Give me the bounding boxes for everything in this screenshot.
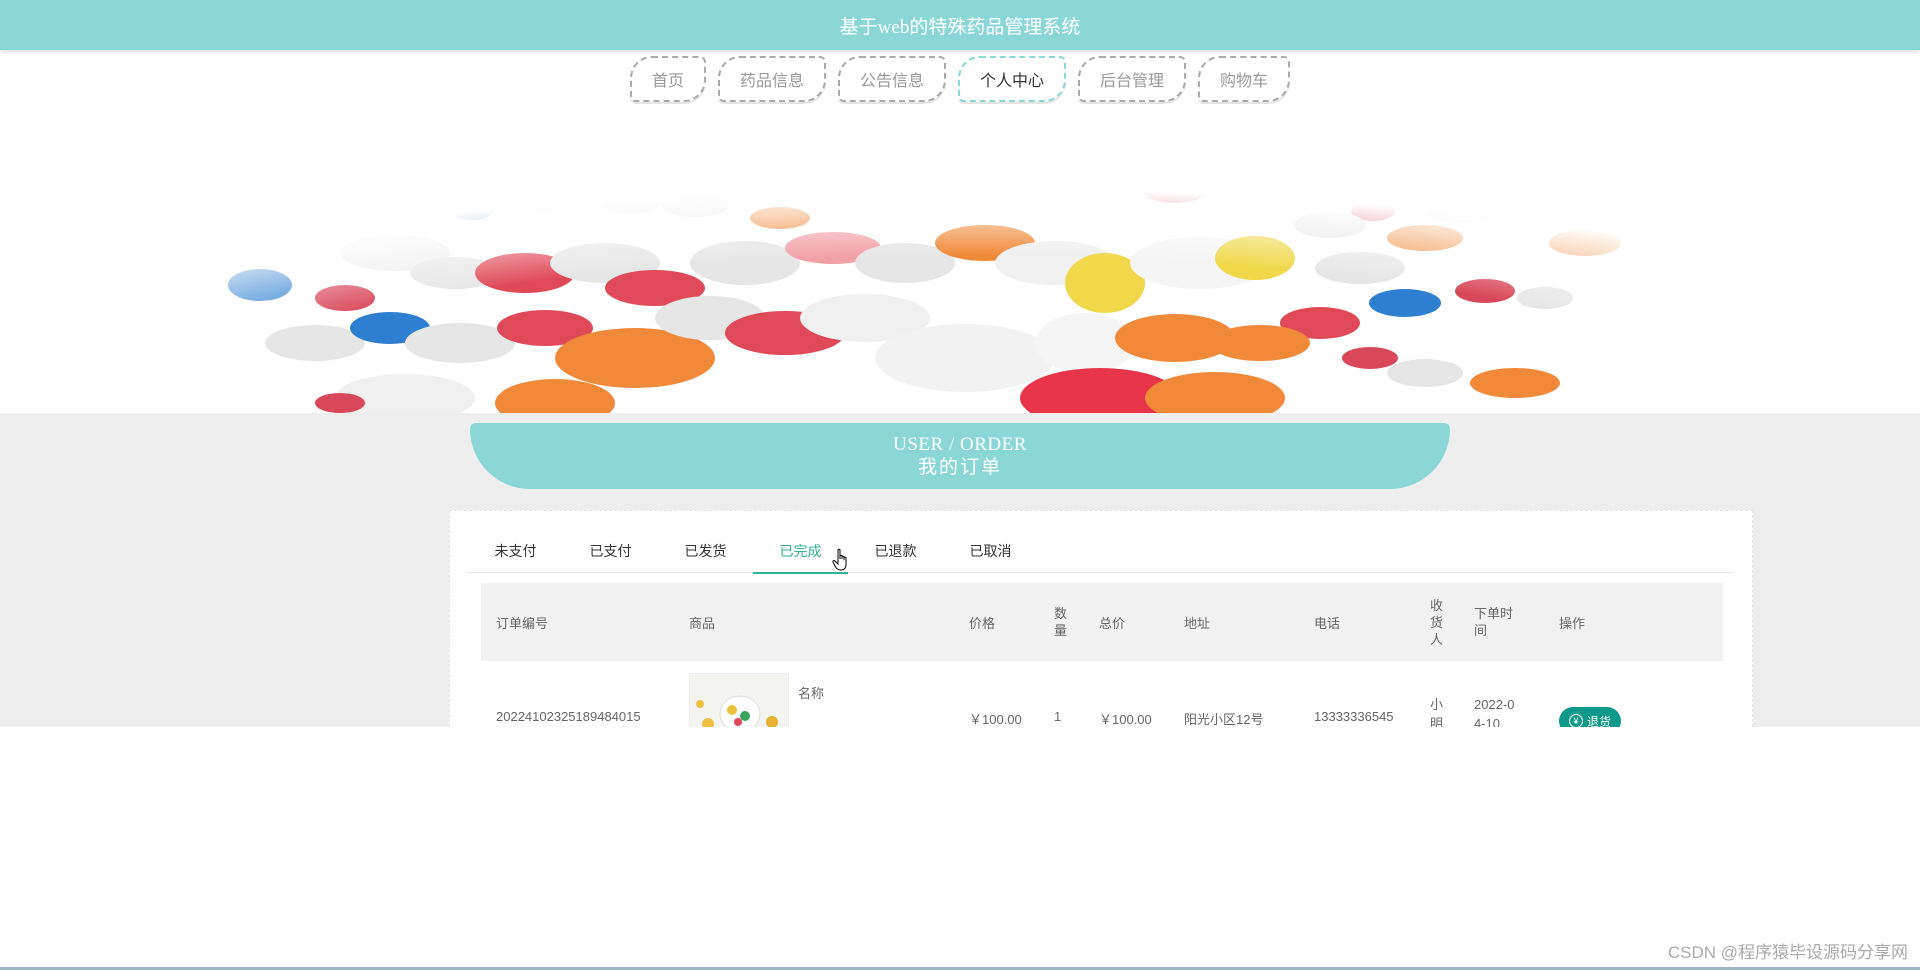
- action-cell: ¥ 退货: [1544, 661, 1644, 727]
- order-time: 2022-04-10: [1459, 661, 1544, 727]
- th-order-no: 订单编号: [496, 615, 549, 631]
- order-no: 20224102325189484015: [496, 709, 641, 724]
- th-qty: 数量: [1039, 605, 1084, 639]
- th-receiver: 收货人: [1415, 597, 1459, 648]
- order-status-tabs: 未支付 已支付 已发货 已完成 已退款 已取消: [468, 529, 1732, 574]
- order-time-text: 2022-04-10: [1474, 697, 1515, 727]
- th-address: 地址: [1184, 615, 1211, 631]
- pills-illustration: [225, 113, 1695, 413]
- tab-unpaid[interactable]: 未支付: [468, 529, 563, 573]
- address: 阳光小区12号: [1184, 712, 1264, 727]
- th-action: 操作: [1559, 615, 1586, 631]
- nav-item-admin[interactable]: 后台管理: [1078, 56, 1187, 102]
- main-nav: 首页 药品信息 公告信息 个人中心 后台管理 购物车: [0, 56, 1920, 102]
- tab-cancelled[interactable]: 已取消: [943, 529, 1038, 573]
- goods-image-icon: [690, 674, 788, 727]
- watermark: CSDN @程序猿毕设源码分享网: [1667, 943, 1908, 962]
- total: ￥100.00: [1099, 712, 1152, 727]
- table-header: 订单编号 商品 价格 数量 总价 地址 电话 收货人 下单时间 操作: [481, 583, 1723, 661]
- table-row: 20224102325189484015 名称 ￥100.00 1 ￥100.0…: [481, 661, 1723, 727]
- th-qty-label: 数量: [1054, 606, 1068, 638]
- qty: 1: [1054, 709, 1062, 724]
- nav-item-notice[interactable]: 公告信息: [837, 56, 946, 102]
- th-goods: 商品: [689, 615, 716, 631]
- goods-name: 名称: [798, 686, 825, 701]
- top-header: 基于web的特殊药品管理系统: [0, 0, 1920, 50]
- section-title-en: USER / ORDER: [893, 434, 1027, 455]
- order-table: 订单编号 商品 价格 数量 总价 地址 电话 收货人 下单时间 操作 20224…: [481, 583, 1723, 727]
- goods-thumbnail[interactable]: [689, 673, 789, 727]
- refund-button[interactable]: ¥ 退货: [1559, 707, 1622, 728]
- th-receiver-label: 收货人: [1430, 597, 1444, 647]
- phone: 13333336545: [1314, 709, 1394, 724]
- th-price: 价格: [969, 615, 996, 631]
- nav-item-user-center[interactable]: 个人中心: [958, 56, 1067, 102]
- th-time: 下单时间: [1459, 605, 1544, 639]
- hand-cursor-icon: [832, 548, 847, 571]
- section-title: USER / ORDER 我的订单: [470, 423, 1450, 489]
- nav-item-drug-info[interactable]: 药品信息: [717, 56, 826, 102]
- tab-shipped[interactable]: 已发货: [658, 529, 753, 573]
- refund-button-label: 退货: [1587, 714, 1612, 728]
- th-total: 总价: [1099, 615, 1126, 631]
- tab-refunded[interactable]: 已退款: [848, 529, 943, 573]
- receiver-text: 小明: [1430, 697, 1444, 727]
- yen-icon: ¥: [1569, 714, 1583, 727]
- receiver: 小明: [1415, 661, 1459, 727]
- nav-item-home[interactable]: 首页: [629, 56, 706, 102]
- section-title-cn: 我的订单: [917, 457, 1002, 478]
- tab-paid[interactable]: 已支付: [563, 529, 658, 573]
- th-time-label: 下单时间: [1474, 606, 1514, 638]
- th-phone: 电话: [1314, 615, 1341, 631]
- order-panel: 未支付 已支付 已发货 已完成 已退款 已取消 订单编号 商品 价格 数量 总价…: [449, 510, 1753, 727]
- price: ￥100.00: [969, 712, 1022, 727]
- goods-cell: 名称: [674, 661, 954, 727]
- banner-image: [0, 113, 1920, 413]
- site-title: 基于web的特殊药品管理系统: [839, 16, 1081, 38]
- nav-item-cart[interactable]: 购物车: [1198, 56, 1291, 102]
